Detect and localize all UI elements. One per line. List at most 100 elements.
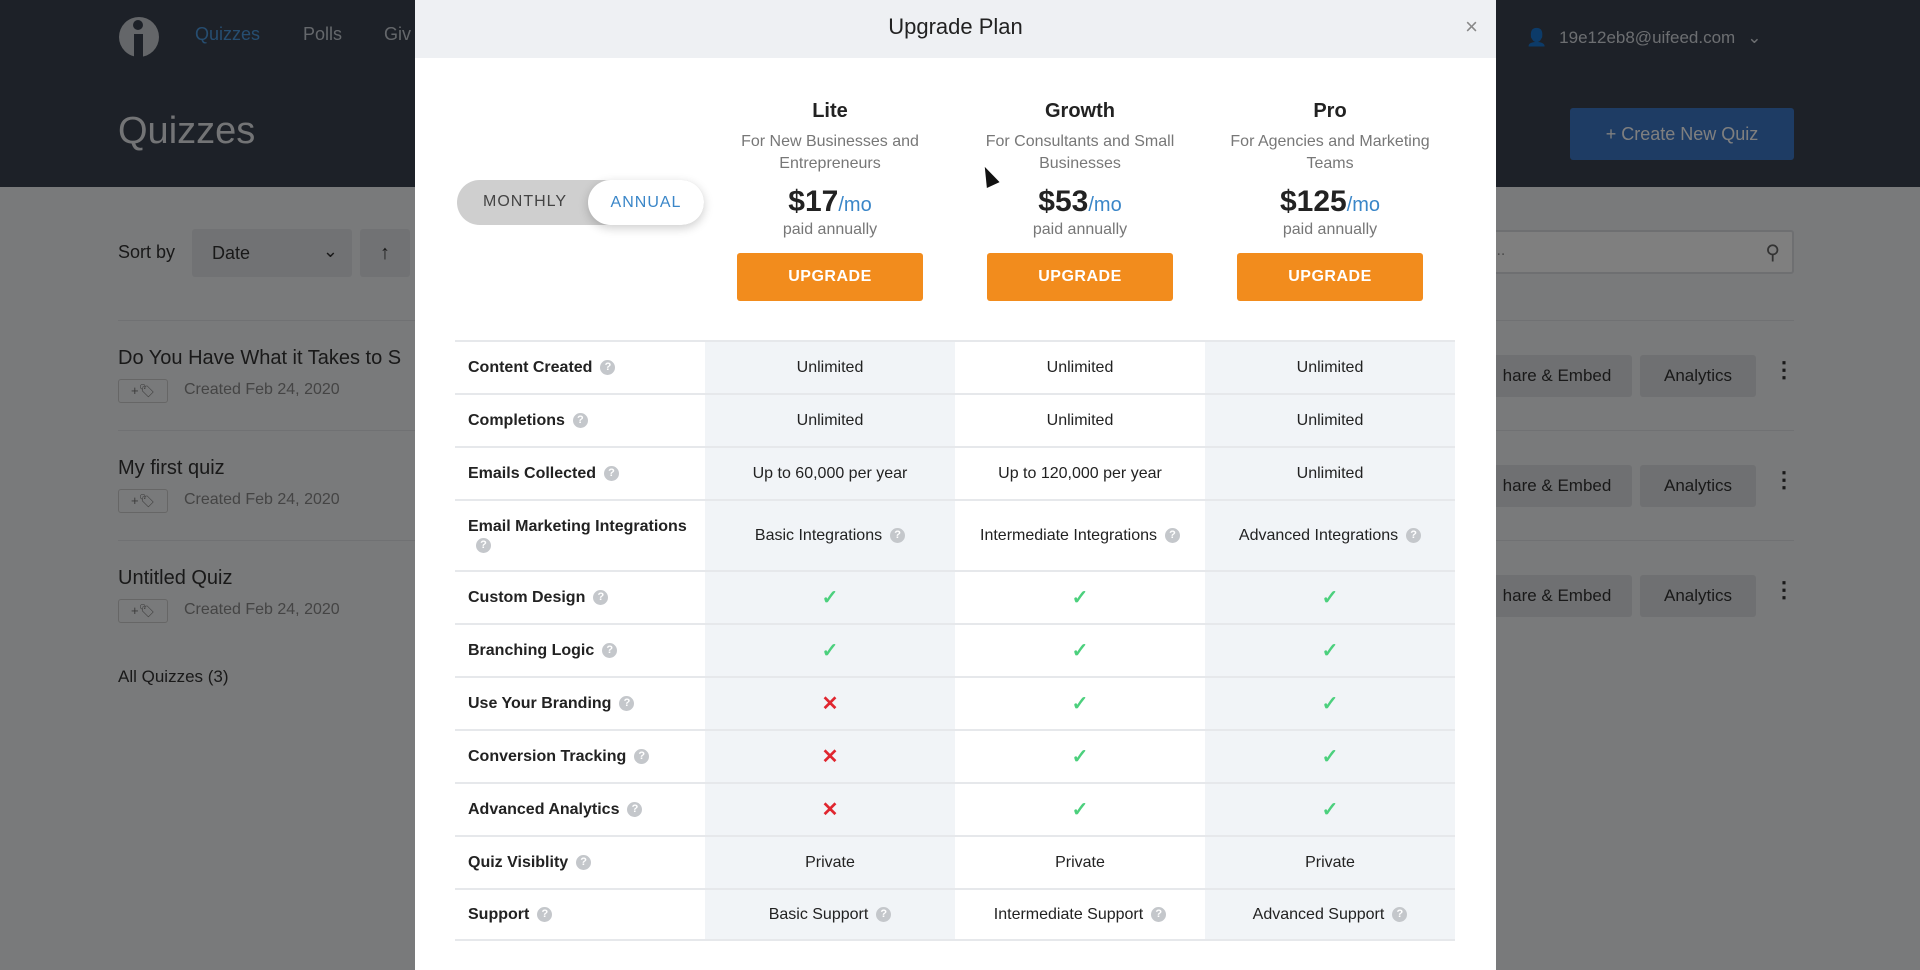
annual-option[interactable]: ANNUAL: [588, 180, 704, 225]
help-icon[interactable]: ?: [619, 696, 635, 712]
feature-value: Up to 60,000 per year: [752, 464, 908, 482]
plan-price: $53/mo: [955, 185, 1205, 219]
check-icon: ✓: [821, 640, 839, 662]
plan-pro: Pro For Agencies and Marketing Teams $12…: [1205, 100, 1455, 301]
cross-icon: ✕: [821, 693, 839, 715]
help-icon[interactable]: ?: [627, 802, 643, 818]
feature-name: Email Marketing Integrations: [468, 517, 687, 535]
price-period: /mo: [1346, 194, 1381, 216]
price-period: /mo: [1088, 194, 1122, 216]
feature-cell: ✓: [1205, 625, 1455, 676]
feature-cell: Unlimited: [1205, 342, 1455, 393]
feature-value: Unlimited: [1296, 464, 1364, 482]
feature-name: Conversion Tracking: [468, 748, 627, 765]
feature-row: Conversion Tracking? ✕ ✓ ✓: [455, 729, 1455, 782]
help-icon[interactable]: ?: [876, 907, 892, 922]
feature-value: Private: [805, 853, 855, 871]
feature-cell: Private: [1205, 837, 1455, 888]
help-icon[interactable]: ?: [604, 466, 620, 482]
help-icon[interactable]: ?: [602, 643, 618, 659]
plan-growth: Growth For Consultants and Small Busines…: [955, 100, 1205, 301]
feature-value: Unlimited: [1046, 358, 1114, 376]
check-icon: ✓: [1071, 746, 1089, 768]
feature-row: Use Your Branding? ✕ ✓ ✓: [455, 676, 1455, 729]
feature-name: Support: [468, 906, 530, 923]
feature-row: Advanced Analytics? ✕ ✓ ✓: [455, 782, 1455, 835]
plan-price: $17/mo: [705, 185, 955, 219]
feature-cell: ✓: [955, 678, 1205, 729]
feature-cell: Unlimited: [1205, 448, 1455, 499]
help-icon[interactable]: ?: [1151, 907, 1167, 922]
plan-name: Pro: [1313, 100, 1347, 122]
upgrade-button[interactable]: UPGRADE: [987, 253, 1173, 301]
feature-value: Advanced Integrations: [1238, 526, 1399, 544]
feature-value: Up to 120,000 per year: [998, 464, 1162, 482]
monthly-option[interactable]: MONTHLY: [483, 193, 567, 211]
check-icon: ✓: [1071, 693, 1089, 715]
help-icon[interactable]: ?: [1165, 528, 1180, 543]
help-icon[interactable]: ?: [600, 360, 616, 376]
check-icon: ✓: [1321, 640, 1339, 662]
modal-header: Upgrade Plan ×: [415, 0, 1496, 58]
feature-value: Basic Support: [768, 905, 869, 923]
feature-label: Completions?: [455, 395, 705, 446]
feature-cell: Up to 120,000 per year: [955, 448, 1205, 499]
feature-row: Custom Design? ✓ ✓ ✓: [455, 570, 1455, 623]
feature-label: Support?: [455, 890, 705, 939]
upgrade-button[interactable]: UPGRADE: [1237, 253, 1423, 301]
feature-value: Intermediate Support: [993, 905, 1144, 923]
feature-cell: Unlimited: [1205, 395, 1455, 446]
billing-note: paid annually: [782, 221, 878, 238]
feature-cell: Basic Support?: [705, 890, 955, 939]
feature-cell: Private: [705, 837, 955, 888]
check-icon: ✓: [1321, 587, 1339, 609]
feature-cell: Unlimited: [705, 342, 955, 393]
feature-cell: Intermediate Integrations?: [955, 501, 1205, 570]
feature-name: Branching Logic: [468, 642, 595, 659]
help-icon[interactable]: ?: [593, 590, 609, 606]
close-icon[interactable]: ×: [1465, 0, 1478, 54]
check-icon: ✓: [821, 587, 839, 609]
check-icon: ✓: [1321, 799, 1339, 821]
check-icon: ✓: [1321, 746, 1339, 768]
help-icon[interactable]: ?: [537, 907, 553, 923]
plan-name: Growth: [1045, 100, 1115, 122]
check-icon: ✓: [1071, 799, 1089, 821]
feature-label: Email Marketing Integrations?: [455, 501, 705, 570]
feature-row: Support? Basic Support? Intermediate Suppo…: [455, 888, 1455, 941]
help-icon[interactable]: ?: [476, 537, 491, 553]
feature-cell: Private: [955, 837, 1205, 888]
feature-cell: Unlimited: [705, 395, 955, 446]
feature-value: Unlimited: [796, 411, 864, 429]
help-icon[interactable]: ?: [576, 855, 592, 871]
feature-value: Unlimited: [1296, 358, 1364, 376]
feature-cell: Basic Integrations?: [705, 501, 955, 570]
feature-value: Intermediate Integrations: [980, 526, 1157, 544]
feature-name: Completions: [468, 412, 565, 429]
plan-description: For New Businesses and Entrepreneurs: [741, 133, 919, 172]
feature-name: Use Your Branding: [468, 695, 612, 712]
billing-toggle[interactable]: MONTHLY ANNUAL: [457, 180, 704, 225]
feature-label: Emails Collected?: [455, 448, 705, 499]
help-icon[interactable]: ?: [634, 749, 650, 765]
feature-cell: ✓: [955, 784, 1205, 835]
help-icon[interactable]: ?: [1392, 907, 1408, 922]
upgrade-button[interactable]: UPGRADE: [737, 253, 923, 301]
feature-cell: ✓: [1205, 572, 1455, 623]
plan-price: $125/mo: [1205, 185, 1455, 219]
help-icon[interactable]: ?: [572, 413, 588, 429]
feature-row: Emails Collected? Up to 60,000 per year Up…: [455, 446, 1455, 499]
check-icon: ✓: [1321, 693, 1339, 715]
feature-value: Private: [1055, 853, 1105, 871]
feature-cell: Unlimited: [955, 342, 1205, 393]
cross-icon: ✕: [821, 799, 839, 821]
feature-label: Custom Design?: [455, 572, 705, 623]
price-amount: $53: [1038, 185, 1089, 218]
check-icon: ✓: [1071, 587, 1089, 609]
help-icon[interactable]: ?: [890, 528, 906, 543]
feature-name: Content Created: [468, 359, 593, 376]
help-icon[interactable]: ?: [1406, 528, 1422, 543]
plan-name: Lite: [812, 100, 848, 122]
feature-value: Unlimited: [1046, 411, 1114, 429]
billing-note: paid annually: [1282, 221, 1378, 238]
